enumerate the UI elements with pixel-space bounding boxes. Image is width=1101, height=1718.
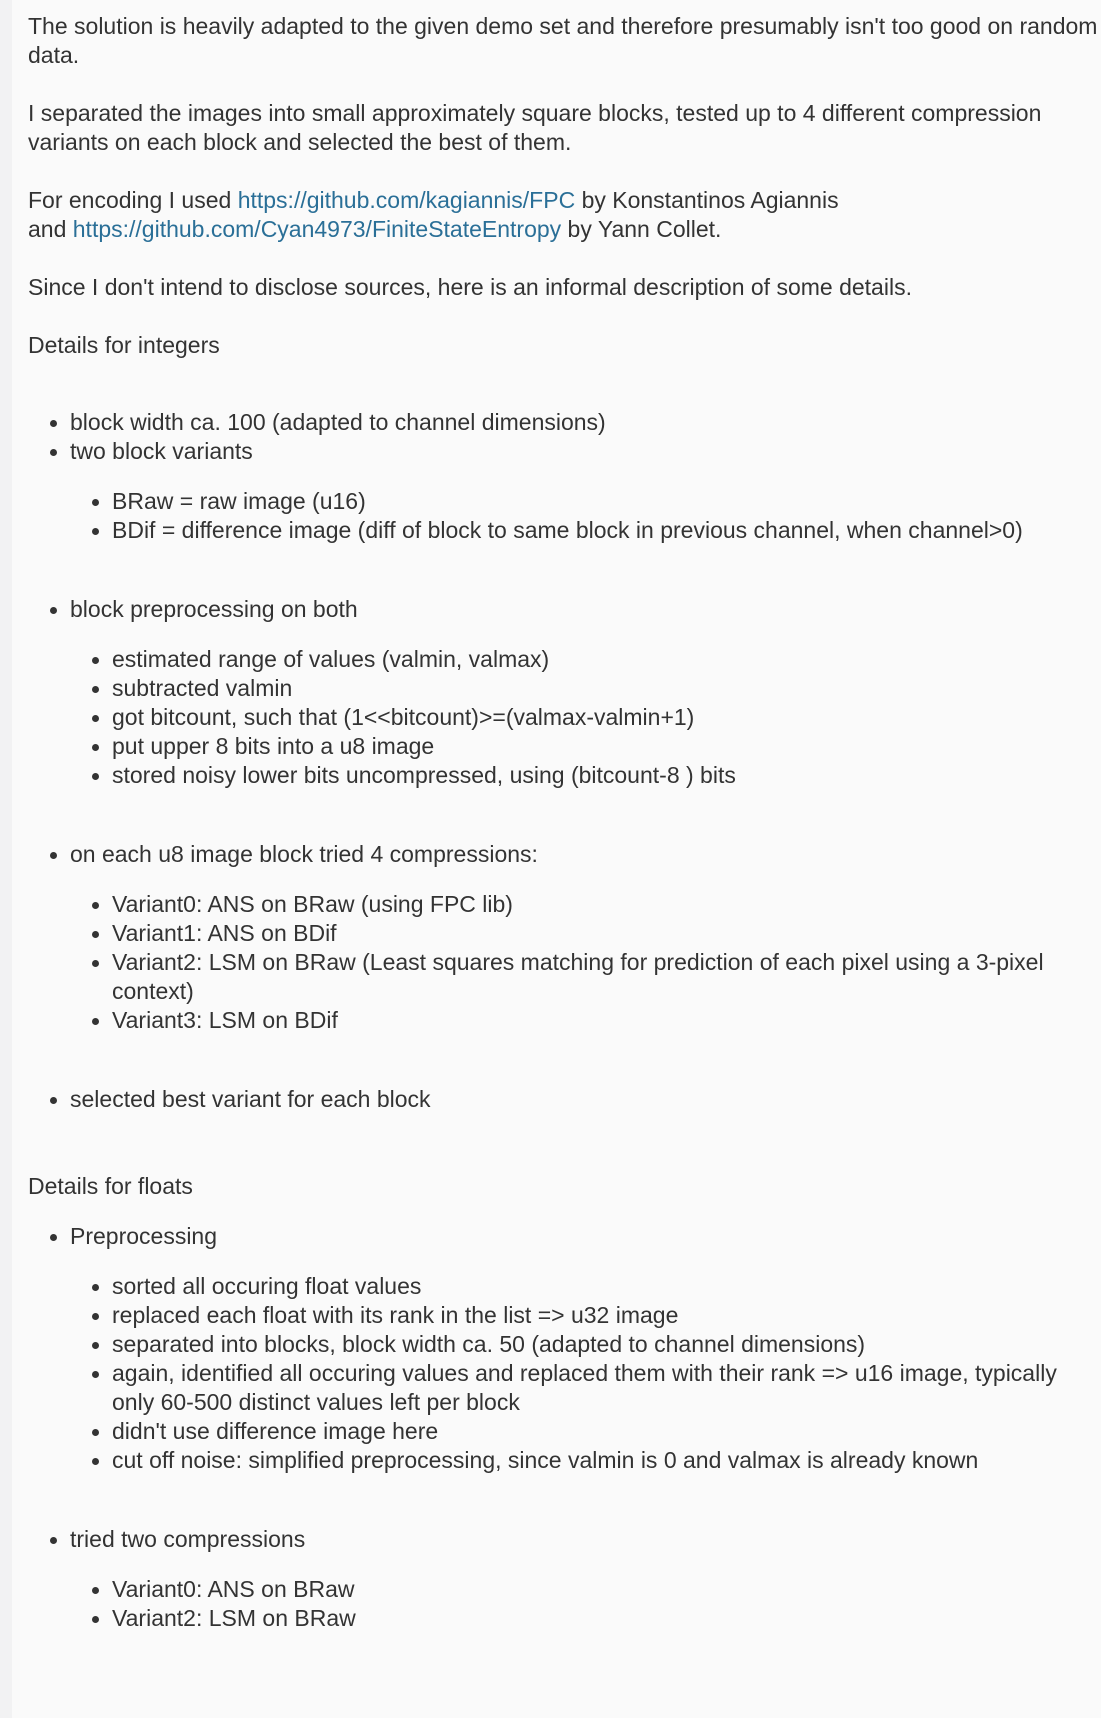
sublist: Variant0: ANS on BRaw Variant2: LSM on B… <box>70 1575 1101 1633</box>
sublist-item: separated into blocks, block width ca. 5… <box>70 1330 1067 1359</box>
sublist-item: Variant3: LSM on BDif <box>70 1006 1067 1035</box>
sublist-item: estimated range of values (valmin, valma… <box>70 645 1067 674</box>
sublist-item: subtracted valmin <box>70 674 1067 703</box>
sublist-item: Variant0: ANS on BRaw <box>70 1575 1067 1604</box>
list-item: selected best variant for each block <box>28 1085 1101 1114</box>
encoding-and: and <box>28 216 73 242</box>
post-body: The solution is heavily adapted to the g… <box>12 0 1101 1718</box>
sublist: Variant0: ANS on BRaw (using FPC lib) Va… <box>70 890 1101 1035</box>
sublist-item: put upper 8 bits into a u8 image <box>70 732 1067 761</box>
sublist-item: Variant2: LSM on BRaw (Least squares mat… <box>70 948 1067 1006</box>
sublist-item: BRaw = raw image (u16) <box>70 487 1067 516</box>
sublist-item: Variant0: ANS on BRaw (using FPC lib) <box>70 890 1067 919</box>
list-item-label: block preprocessing on both <box>70 596 358 622</box>
encoding-prefix: For encoding I used <box>28 187 238 213</box>
sublist-item: replaced each float with its rank in the… <box>70 1301 1067 1330</box>
sublist: BRaw = raw image (u16) BDif = difference… <box>70 487 1101 545</box>
list-item: tried two compressions Variant0: ANS on … <box>28 1525 1101 1633</box>
list-item: on each u8 image block tried 4 compressi… <box>28 840 1101 1035</box>
intro-paragraph-4: Since I don't intend to disclose sources… <box>28 274 912 300</box>
sublist-item: Variant2: LSM on BRaw <box>70 1604 1067 1633</box>
sublist-item: got bitcount, such that (1<<bitcount)>=(… <box>70 703 1067 732</box>
integers-heading: Details for integers <box>28 332 220 358</box>
sublist-item: Variant1: ANS on BDif <box>70 919 1067 948</box>
intro-paragraph-1: The solution is heavily adapted to the g… <box>28 13 1098 68</box>
list-item: two block variants BRaw = raw image (u16… <box>28 437 1101 545</box>
fse-link[interactable]: https://github.com/Cyan4973/FiniteStateE… <box>73 216 561 242</box>
sublist: estimated range of values (valmin, valma… <box>70 645 1101 790</box>
list-item-label: on each u8 image block tried 4 compressi… <box>70 841 538 867</box>
sublist-item: sorted all occuring float values <box>70 1272 1067 1301</box>
list-item-label: two block variants <box>70 438 253 464</box>
sublist-item: stored noisy lower bits uncompressed, us… <box>70 761 1067 790</box>
list-item-label: block width ca. 100 (adapted to channel … <box>70 409 606 435</box>
sublist-item: cut off noise: simplified preprocessing,… <box>70 1446 1067 1475</box>
floats-list: Preprocessing sorted all occuring float … <box>28 1222 1101 1633</box>
list-item: block preprocessing on both estimated ra… <box>28 595 1101 790</box>
sublist-item: BDif = difference image (diff of block t… <box>70 516 1067 545</box>
list-item-label: selected best variant for each block <box>70 1086 431 1112</box>
list-item-label: Preprocessing <box>70 1223 218 1249</box>
intro-paragraph-3: For encoding I used https://github.com/k… <box>28 186 1098 244</box>
integers-list: block width ca. 100 (adapted to channel … <box>28 408 1101 1114</box>
intro-paragraph-2: I separated the images into small approx… <box>28 100 1042 155</box>
list-item: block width ca. 100 (adapted to channel … <box>28 408 1101 437</box>
list-item: Preprocessing sorted all occuring float … <box>28 1222 1101 1475</box>
list-item-label: tried two compressions <box>70 1526 306 1552</box>
sublist-item: again, identified all occuring values an… <box>70 1359 1067 1417</box>
fse-author: by Yann Collet. <box>561 216 722 242</box>
fpc-author: by Konstantinos Agiannis <box>575 187 839 213</box>
fpc-link[interactable]: https://github.com/kagiannis/FPC <box>238 187 576 213</box>
sublist-item: didn't use difference image here <box>70 1417 1067 1446</box>
sublist: sorted all occuring float values replace… <box>70 1272 1101 1475</box>
floats-heading: Details for floats <box>28 1173 193 1199</box>
